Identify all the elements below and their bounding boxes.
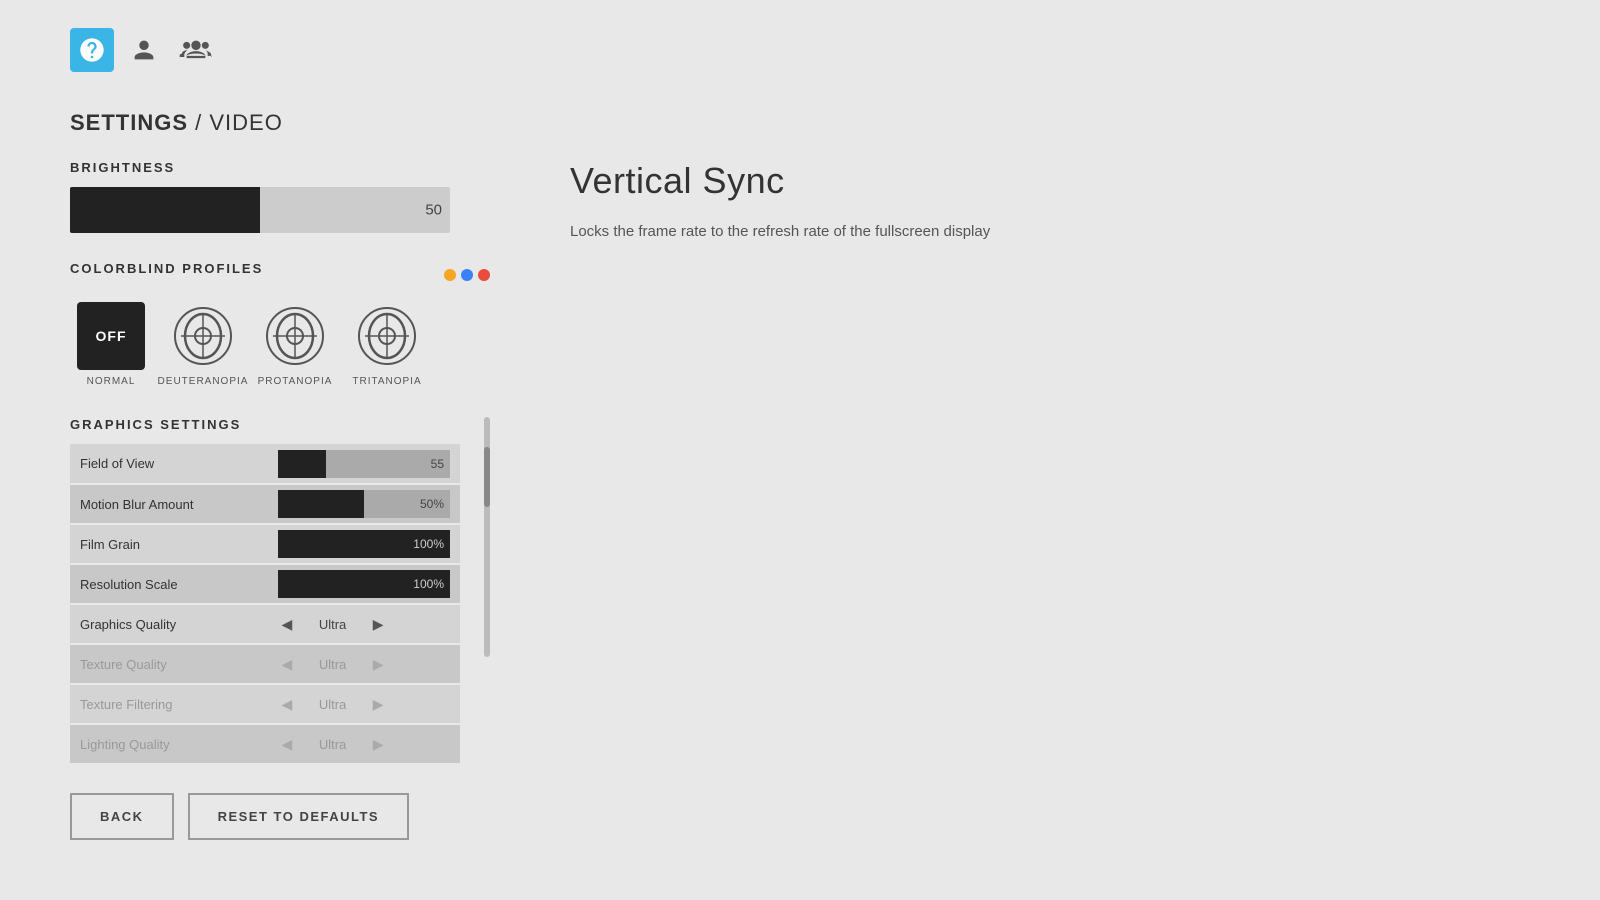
right-panel: Vertical Sync Locks the frame rate to th…	[570, 160, 1070, 244]
group-icon	[177, 36, 215, 64]
group-nav-button[interactable]	[174, 28, 218, 72]
brightness-label: BRIGHTNESS	[70, 160, 490, 175]
lighting-quality-value: Ultra	[296, 737, 368, 752]
motionblur-slider-track[interactable]: 50%	[278, 490, 450, 518]
brightness-section: BRIGHTNESS 50	[70, 160, 490, 233]
help-nav-button[interactable]	[70, 28, 114, 72]
brightness-slider[interactable]: 50	[70, 187, 450, 233]
colorblind-off-icon: OFF	[77, 302, 145, 370]
fov-value: 55	[431, 457, 444, 471]
colorblind-header: COLORBLIND PROFILES	[70, 261, 490, 288]
colorblind-option-off[interactable]: OFF NORMAL	[70, 302, 152, 387]
lighting-quality-next[interactable]: ▶	[369, 732, 388, 757]
fov-slider-fill	[278, 450, 326, 478]
deuteranopia-icon	[169, 302, 237, 370]
scrollbar-track[interactable]	[484, 417, 490, 657]
fov-slider-track[interactable]: 55	[278, 450, 450, 478]
motionblur-slider-fill	[278, 490, 364, 518]
graphics-label: GRAPHICS SETTINGS	[70, 417, 490, 432]
colorblind-protanopia-label: PROTANOPIA	[258, 376, 333, 387]
table-row: Resolution Scale 100%	[70, 564, 460, 604]
setting-control-texturequality[interactable]: ◀ Ultra ▶	[268, 644, 460, 684]
resscale-value: 100%	[413, 577, 444, 591]
off-button: OFF	[77, 302, 145, 370]
filmgrain-slider-track[interactable]: 100%	[278, 530, 450, 558]
colorblind-option-deuteranopia[interactable]: DEUTERANOPIA	[162, 302, 244, 387]
filmgrain-value: 100%	[413, 537, 444, 551]
colorblind-tritanopia-label: TRITANOPIA	[352, 376, 421, 387]
texture-quality-next[interactable]: ▶	[369, 652, 388, 677]
back-button[interactable]: BACK	[70, 793, 174, 840]
colorblind-section: COLORBLIND PROFILES OFF NORMAL	[70, 261, 490, 387]
graphics-table: Field of View 55 Motion Blur	[70, 444, 460, 765]
profile-nav-button[interactable]	[122, 28, 166, 72]
graphics-quality-prev[interactable]: ◀	[278, 612, 297, 637]
setting-name-motionblur: Motion Blur Amount	[70, 484, 268, 524]
bottom-buttons: BACK RESET TO DEFAULTS	[70, 793, 409, 840]
motionblur-value: 50%	[420, 497, 444, 511]
setting-name-texturequality: Texture Quality	[70, 644, 268, 684]
table-row: Motion Blur Amount 50%	[70, 484, 460, 524]
main-content: SETTINGS / VIDEO BRIGHTNESS 50 COLORBLIN…	[70, 110, 1600, 900]
setting-name-lightingquality: Lighting Quality	[70, 724, 268, 764]
table-row: Graphics Quality ◀ Ultra ▶	[70, 604, 460, 644]
color-dots	[444, 269, 490, 281]
info-description: Locks the frame rate to the refresh rate…	[570, 220, 1070, 244]
eye-svg-tritanopia	[357, 306, 417, 366]
dot-blue	[461, 269, 473, 281]
setting-control-texturefiltering[interactable]: ◀ Ultra ▶	[268, 684, 460, 724]
texture-filtering-next[interactable]: ▶	[369, 692, 388, 717]
setting-control-resscale[interactable]: 100%	[268, 564, 460, 604]
dot-yellow	[444, 269, 456, 281]
top-navigation	[70, 28, 218, 72]
lighting-quality-prev[interactable]: ◀	[278, 732, 297, 757]
colorblind-options: OFF NORMAL DEUTERAN	[70, 302, 490, 387]
table-row: Film Grain 100%	[70, 524, 460, 564]
eye-svg-deuteranopia	[173, 306, 233, 366]
page-title-normal: / VIDEO	[188, 110, 283, 135]
tritanopia-icon	[353, 302, 421, 370]
graphics-section: GRAPHICS SETTINGS Field of View 55	[70, 417, 490, 765]
scrollbar-thumb[interactable]	[484, 447, 490, 507]
page-title: SETTINGS / VIDEO	[70, 110, 1600, 136]
resscale-slider-track[interactable]: 100%	[278, 570, 450, 598]
brightness-value: 50	[425, 202, 442, 219]
page-title-bold: SETTINGS	[70, 110, 188, 135]
graphics-quality-next[interactable]: ▶	[369, 612, 388, 637]
table-row: Texture Filtering ◀ Ultra ▶	[70, 684, 460, 724]
texture-filtering-prev[interactable]: ◀	[278, 692, 297, 717]
setting-control-motionblur[interactable]: 50%	[268, 484, 460, 524]
texture-quality-value: Ultra	[296, 657, 368, 672]
setting-name-graphicsquality: Graphics Quality	[70, 604, 268, 644]
left-panel: BRIGHTNESS 50 COLORBLIND PROFILES	[70, 160, 490, 765]
graphics-quality-value: Ultra	[296, 617, 368, 632]
info-title: Vertical Sync	[570, 160, 1070, 202]
setting-name-texturefiltering: Texture Filtering	[70, 684, 268, 724]
setting-name-resscale: Resolution Scale	[70, 564, 268, 604]
texture-quality-prev[interactable]: ◀	[278, 652, 297, 677]
colorblind-option-tritanopia[interactable]: TRITANOPIA	[346, 302, 428, 387]
colorblind-off-label: NORMAL	[87, 376, 136, 387]
setting-control-lightingquality[interactable]: ◀ Ultra ▶	[268, 724, 460, 764]
eye-svg-protanopia	[265, 306, 325, 366]
help-icon	[78, 36, 106, 64]
protanopia-icon	[261, 302, 329, 370]
colorblind-option-protanopia[interactable]: PROTANOPIA	[254, 302, 336, 387]
setting-control-filmgrain[interactable]: 100%	[268, 524, 460, 564]
colorblind-deuteranopia-label: DEUTERANOPIA	[158, 376, 249, 387]
table-row: Lighting Quality ◀ Ultra ▶	[70, 724, 460, 764]
setting-name-filmgrain: Film Grain	[70, 524, 268, 564]
setting-control-fov[interactable]: 55	[268, 444, 460, 484]
setting-control-graphicsquality[interactable]: ◀ Ultra ▶	[268, 604, 460, 644]
table-row: Texture Quality ◀ Ultra ▶	[70, 644, 460, 684]
texture-filtering-value: Ultra	[296, 697, 368, 712]
table-row: Field of View 55	[70, 444, 460, 484]
person-icon	[130, 36, 158, 64]
setting-name-fov: Field of View	[70, 444, 268, 484]
colorblind-label: COLORBLIND PROFILES	[70, 261, 263, 276]
dot-red	[478, 269, 490, 281]
brightness-fill	[70, 187, 260, 233]
reset-to-defaults-button[interactable]: RESET TO DEFAULTS	[188, 793, 410, 840]
